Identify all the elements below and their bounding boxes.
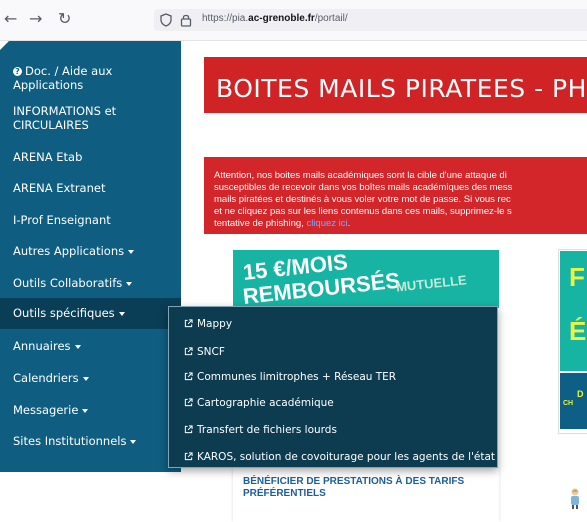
sidebar-item-label: Annuaires xyxy=(13,339,71,353)
dropdown-item-label: Transfert de fichiers lourds xyxy=(197,424,337,436)
right-card-letter: É xyxy=(569,316,587,346)
sidebar-item-arena-etab[interactable]: ARENA Etab xyxy=(0,150,181,164)
outils-specifiques-dropdown xyxy=(168,306,498,468)
dropdown-item-sncf[interactable]: SNCF xyxy=(184,346,225,358)
sidebar-item-doc-aide[interactable]: ? Doc. / Aide aux Applications xyxy=(0,64,181,92)
sidebar-item-label: Sites Institutionnels xyxy=(13,434,127,448)
alert-line: et ne cliquez pas sur les liens contenus… xyxy=(214,206,512,217)
sidebar-item-label: ARENA Extranet xyxy=(13,181,106,195)
dropdown-item-label: SNCF xyxy=(197,346,225,358)
back-arrow-icon[interactable]: ← xyxy=(4,10,17,28)
caret-down-icon xyxy=(82,376,89,381)
sidebar-item-label: INFORMATIONS et xyxy=(13,104,117,118)
alert-line: Attention, nos boites mails académiques … xyxy=(214,170,507,181)
external-link-icon xyxy=(184,347,193,356)
sidebar-item-label: Calendriers xyxy=(13,371,79,385)
external-link-icon xyxy=(184,425,193,434)
benefits-title: BÉNÉFICIER DE PRESTATIONS À DES TARIFS xyxy=(243,476,465,487)
caret-down-icon xyxy=(126,281,133,286)
question-icon: ? xyxy=(13,67,22,76)
sidebar-item-sites-institutionnels[interactable]: Sites Institutionnels xyxy=(0,434,181,448)
forward-arrow-icon[interactable]: → xyxy=(29,10,42,28)
reload-icon[interactable]: ↻ xyxy=(58,10,71,28)
sidebar-item-label: CIRCULAIRES xyxy=(13,118,89,132)
caret-down-icon xyxy=(74,344,81,349)
alert-text: . xyxy=(347,218,351,229)
shield-icon[interactable] xyxy=(160,13,172,27)
lock-icon[interactable] xyxy=(180,13,192,27)
dropdown-item-label: Communes limitrophes + Réseau TER xyxy=(197,371,397,383)
right-card-letter: F xyxy=(569,262,585,292)
sidebar-item-informations[interactable]: INFORMATIONS et CIRCULAIRES xyxy=(0,104,181,132)
sidebar-item-arena-extranet[interactable]: ARENA Extranet xyxy=(0,181,181,195)
sidebar-item-annuaires[interactable]: Annuaires xyxy=(0,339,181,353)
caret-down-icon xyxy=(82,408,89,413)
right-card-letter: D xyxy=(577,389,584,399)
external-link-icon xyxy=(184,452,193,461)
dropdown-item-label: Mappy xyxy=(197,318,233,330)
alert-line: mails piratées et destinés à vous voler … xyxy=(214,194,511,205)
alert-link[interactable]: cliquez ici xyxy=(306,218,347,229)
external-link-icon xyxy=(184,398,193,407)
dropdown-item-mappy[interactable]: Mappy xyxy=(184,318,232,330)
sidebar-item-outils-specifiques[interactable]: Outils spécifiques xyxy=(0,298,181,329)
external-link-icon xyxy=(184,319,193,328)
person-illustration-icon xyxy=(571,488,579,509)
dropdown-item-label: Cartographie académique xyxy=(197,397,334,409)
sidebar-item-label: Outils Collaboratifs xyxy=(13,276,123,290)
sidebar-item-label: Autres Applications xyxy=(13,244,125,258)
caret-down-icon xyxy=(130,439,137,444)
dropdown-item-transfert[interactable]: Transfert de fichiers lourds xyxy=(184,424,337,436)
sidebar-item-calendriers[interactable]: Calendriers xyxy=(0,371,181,385)
url-text[interactable]: https://pia.ac-grenoble.fr/portail/ xyxy=(202,13,348,24)
sidebar-item-label: I-Prof Enseignant xyxy=(13,213,111,227)
browser-toolbar: ← → ↻ https://pia.ac-grenoble.fr/portail… xyxy=(0,0,587,41)
alert-line: susceptibles de recevoir dans vos boîtes… xyxy=(214,182,513,193)
external-link-icon xyxy=(184,372,193,381)
dropdown-item-label: KAROS, solution de covoiturage pour les … xyxy=(197,451,496,463)
sidebar-item-messagerie[interactable]: Messagerie xyxy=(0,403,181,417)
caret-down-icon xyxy=(128,249,135,254)
sidebar-item-label: Messagerie xyxy=(13,403,79,417)
benefits-title: PRÉFÉRENTIELS xyxy=(243,488,326,499)
dropdown-item-communes[interactable]: Communes limitrophes + Réseau TER xyxy=(184,371,396,383)
sidebar-item-label: ARENA Etab xyxy=(13,150,83,164)
sidebar-item-iprof[interactable]: I-Prof Enseignant xyxy=(0,213,181,227)
sidebar-corner xyxy=(0,41,9,50)
alert-line-last: tentative de phishing, cliquez ici. xyxy=(214,218,350,229)
banner-title: BOITES MAILS PIRATEES - PH xyxy=(216,74,587,103)
right-card-letter: CH xyxy=(563,400,574,407)
sidebar-item-outils-collaboratifs[interactable]: Outils Collaboratifs xyxy=(0,276,181,290)
sidebar-item-autres-applications[interactable]: Autres Applications xyxy=(0,244,181,258)
alert-text: tentative de phishing, xyxy=(214,218,304,229)
dropdown-item-cartographie[interactable]: Cartographie académique xyxy=(184,397,334,409)
dropdown-item-karos[interactable]: KAROS, solution de covoiturage pour les … xyxy=(184,451,495,463)
sidebar-item-label: Outils spécifiques xyxy=(13,306,115,320)
sidebar-item-label: Doc. / Aide aux xyxy=(25,64,113,78)
sidebar-item-label: Applications xyxy=(13,78,84,92)
caret-down-icon xyxy=(118,311,125,316)
